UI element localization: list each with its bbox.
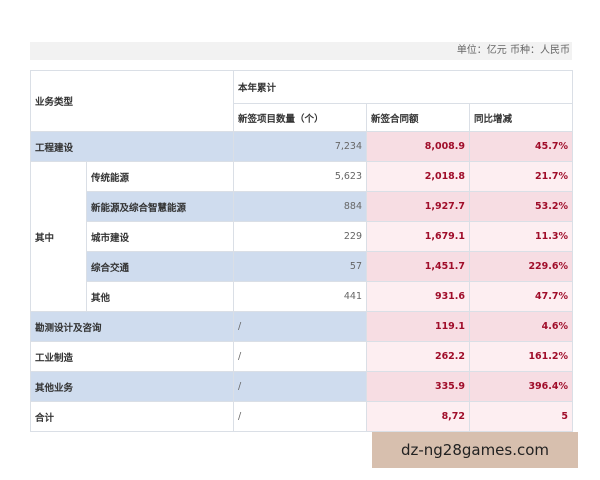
row-amount: 931.6 [366,281,471,312]
row-yoy: 161.2% [469,341,574,372]
row-yoy: 229.6% [469,251,574,282]
header-project-count: 新签项目数量（个） [233,103,368,132]
row-amount: 8,72 [366,401,471,432]
header-contract-amount: 新签合同额 [366,103,471,132]
table-row: 勘测设计及咨询 / 119.1 4.6% [29,311,574,342]
row-count: 229 [233,221,368,252]
row-amount: 1,927.7 [366,191,471,222]
row-amount: 2,018.8 [366,161,471,192]
row-label: 传统能源 [85,161,235,192]
row-yoy: 5 [469,401,574,432]
row-yoy: 53.2% [469,191,574,222]
table-row: 其他 441 931.6 47.7% [31,281,574,312]
row-amount: 335.9 [366,371,471,402]
row-label: 其他业务 [29,371,235,402]
row-count: 441 [233,281,368,312]
row-label: 工程建设 [29,131,235,162]
row-count: / [233,341,368,372]
row-yoy: 396.4% [469,371,574,402]
row-count: / [233,311,368,342]
table-row: 工程建设 7,234 8,008.9 45.7% [29,131,574,162]
row-amount: 1,679.1 [366,221,471,252]
row-label: 其他 [85,281,235,312]
row-count: 884 [233,191,368,222]
row-amount: 119.1 [366,311,471,342]
row-yoy: 4.6% [469,311,574,342]
row-label: 合计 [29,401,235,432]
row-count: / [233,371,368,402]
row-label: 勘测设计及咨询 [29,311,235,342]
table-row: 工业制造 / 262.2 161.2% [29,341,574,372]
row-yoy: 47.7% [469,281,574,312]
table-row-total: 合计 / 8,72 5 [29,401,574,432]
table-row: 新能源及综合智慧能源 884 1,927.7 53.2% [31,191,574,222]
row-label: 工业制造 [29,341,235,372]
header-yoy: 同比增减 [469,103,574,132]
group-label: 其中 [30,161,87,312]
table-row: 其他业务 / 335.9 396.4% [29,371,574,402]
unit-note: 单位：亿元 币种：人民币 [30,42,572,60]
row-yoy: 11.3% [469,221,574,252]
row-amount: 1,451.7 [366,251,471,282]
header-business-type: 业务类型 [29,70,235,132]
row-count: / [233,401,368,432]
row-label: 城市建设 [85,221,235,252]
row-label: 综合交通 [85,251,235,282]
row-count: 5,623 [233,161,368,192]
row-amount: 262.2 [366,341,471,372]
table-row: 综合交通 57 1,451.7 229.6% [31,251,574,282]
row-yoy: 21.7% [469,161,574,192]
row-count: 7,234 [233,131,368,162]
table-row: 其中 传统能源 5,623 2,018.8 21.7% [30,161,574,312]
watermark-banner: dz-ng28games.com [372,432,578,468]
row-label: 新能源及综合智慧能源 [85,191,235,222]
header-ytd: 本年累计 [233,70,574,104]
row-amount: 8,008.9 [366,131,471,162]
row-count: 57 [233,251,368,282]
table-header-row: 业务类型 本年累计 [29,70,574,132]
row-yoy: 45.7% [469,131,574,162]
table-row: 城市建设 229 1,679.1 11.3% [31,221,574,252]
contracts-table: 业务类型 本年累计 新签项目数量（个） 新签合同额 同比增减 工程建设 7,23… [29,70,574,432]
